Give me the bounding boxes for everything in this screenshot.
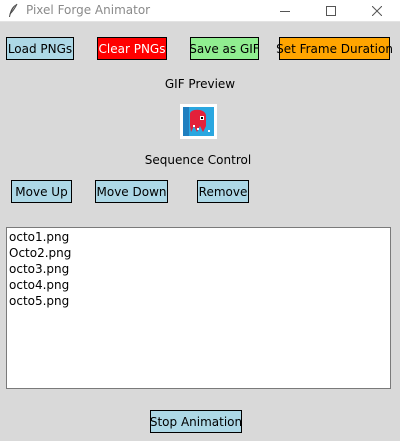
maximize-button[interactable] <box>308 0 354 22</box>
move-down-button[interactable]: Move Down <box>95 180 168 203</box>
close-button[interactable] <box>354 0 400 22</box>
close-icon <box>372 6 382 16</box>
list-item[interactable]: octo1.png <box>9 229 388 245</box>
move-up-button[interactable]: Move Up <box>11 180 72 203</box>
feather-icon <box>6 3 20 19</box>
window-title: Pixel Forge Animator <box>26 3 151 17</box>
stop-animation-button[interactable]: Stop Animation <box>150 410 242 433</box>
save-gif-button[interactable]: Save as GIF <box>189 37 260 60</box>
remove-button[interactable]: Remove <box>197 180 249 203</box>
main-window: Load PNGs Clear PNGs Save as GIF Set Fra… <box>0 22 400 441</box>
clear-pngs-button[interactable]: Clear PNGs <box>97 37 167 60</box>
list-item[interactable]: octo5.png <box>9 293 388 309</box>
octopus-sprite-icon <box>183 107 214 136</box>
png-file-list[interactable]: octo1.png Octo2.png octo3.png octo4.png … <box>6 227 391 389</box>
maximize-icon <box>326 6 336 16</box>
minimize-icon <box>280 11 290 12</box>
list-item[interactable]: Octo2.png <box>9 245 388 261</box>
gif-preview-label: GIF Preview <box>164 77 236 91</box>
gif-preview-image <box>180 104 217 139</box>
title-bar: Pixel Forge Animator <box>0 0 400 22</box>
sequence-control-label: Sequence Control <box>144 153 252 167</box>
minimize-button[interactable] <box>262 0 308 22</box>
list-item[interactable]: octo3.png <box>9 261 388 277</box>
load-pngs-button[interactable]: Load PNGs <box>6 37 74 60</box>
set-frame-duration-button[interactable]: Set Frame Duration <box>276 37 393 60</box>
list-item[interactable]: octo4.png <box>9 277 388 293</box>
